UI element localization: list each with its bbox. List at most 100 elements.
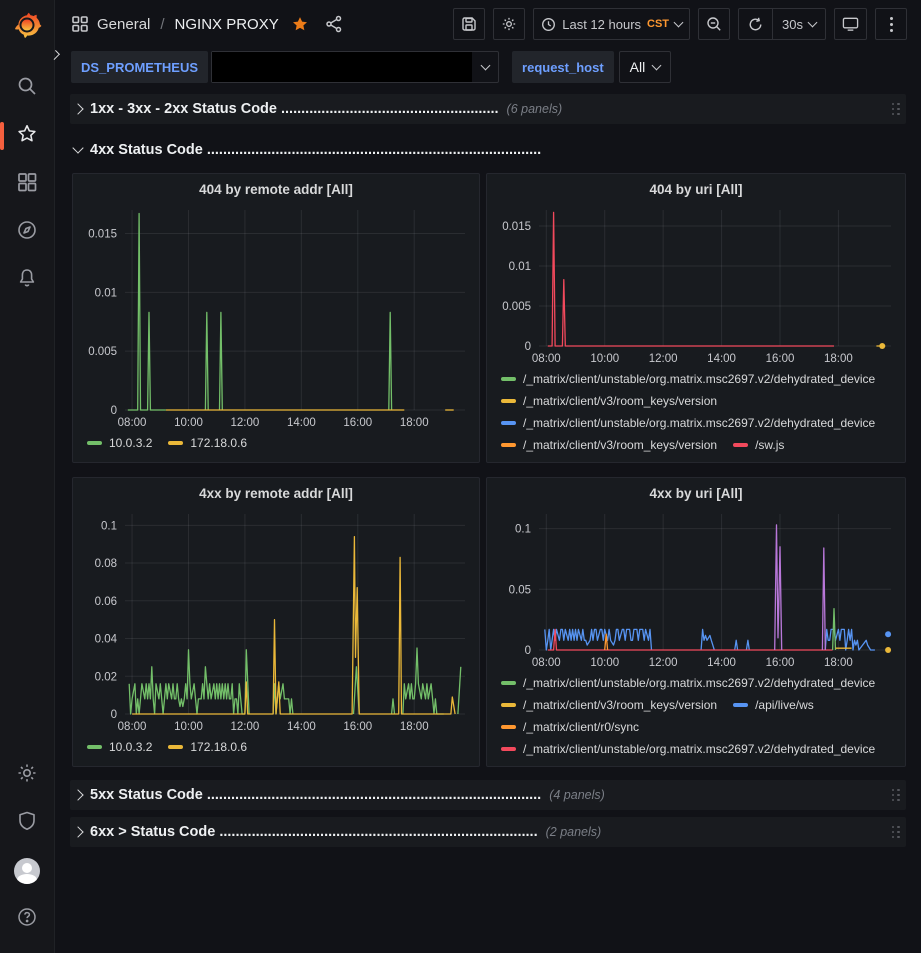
chevron-down-icon — [674, 18, 684, 28]
svg-text:0.02: 0.02 — [95, 671, 117, 683]
request-host-value: All — [630, 59, 646, 75]
gear-icon — [501, 16, 517, 32]
svg-text:10:00: 10:00 — [590, 657, 619, 669]
save-dashboard-button[interactable] — [453, 8, 485, 40]
chevron-right-icon — [50, 50, 60, 60]
datasource-variable-dropdown[interactable] — [211, 51, 499, 83]
svg-text:12:00: 12:00 — [231, 721, 260, 733]
row-title: 6xx > Status Code ......................… — [90, 824, 538, 840]
row-drag-handle[interactable] — [892, 826, 901, 839]
legend-swatch — [501, 421, 516, 425]
apps-grid-icon[interactable] — [71, 15, 89, 33]
dashboards-grid-icon — [16, 171, 38, 198]
legend-label: /_matrix/client/unstable/org.matrix.msc2… — [523, 372, 875, 386]
legend-label: 172.18.0.6 — [190, 740, 247, 754]
time-series-chart[interactable]: 00.020.040.060.080.108:0010:0012:0014:00… — [79, 506, 473, 736]
row-header-5xx[interactable]: 5xx Status Code ........................… — [70, 780, 906, 810]
time-series-chart[interactable]: 00.0050.010.01508:0010:0012:0014:0016:00… — [79, 202, 473, 432]
legend-label: /_matrix/client/unstable/org.matrix.msc2… — [523, 416, 875, 430]
sidebar-item-explore[interactable] — [7, 212, 47, 252]
legend-item[interactable]: /api/live/ws — [733, 696, 814, 714]
legend-label: /_matrix/client/v3/room_keys/version — [523, 394, 717, 408]
row-drag-handle[interactable] — [892, 789, 901, 802]
breadcrumb: General / NGINX PROXY — [71, 15, 343, 33]
svg-text:16:00: 16:00 — [766, 353, 795, 365]
sidebar-item-dashboards[interactable] — [7, 164, 47, 204]
sidebar-item-server-admin[interactable] — [7, 803, 47, 843]
share-icon[interactable] — [325, 15, 343, 33]
time-series-chart[interactable]: 00.050.108:0010:0012:0014:0016:0018:00 — [493, 506, 899, 672]
time-range-picker[interactable]: Last 12 hours CST — [533, 8, 690, 40]
breadcrumb-section[interactable]: General — [97, 16, 150, 33]
chevron-down-icon — [808, 18, 818, 28]
legend-swatch — [501, 747, 516, 751]
refresh-interval-value: 30s — [782, 17, 803, 32]
time-series-chart[interactable]: 00.0050.010.01508:0010:0012:0014:0016:00… — [493, 202, 899, 368]
panel-4xx-by-uri: 4xx by uri [All] 00.050.108:0010:0012:00… — [486, 477, 906, 767]
sidebar-item-alerting[interactable] — [7, 260, 47, 300]
request-host-variable-dropdown[interactable]: All — [619, 51, 672, 83]
legend-label: /_matrix/client/unstable/org.matrix.msc2… — [523, 676, 875, 690]
legend-item[interactable]: 172.18.0.6 — [168, 434, 247, 452]
sidebar-item-starred[interactable] — [7, 116, 47, 156]
sidebar-expand-button[interactable] — [44, 43, 67, 66]
legend-item[interactable]: 10.0.3.2 — [87, 434, 152, 452]
legend-swatch — [501, 443, 516, 447]
legend-item[interactable]: /_matrix/client/v3/room_keys/version — [501, 392, 717, 410]
svg-text:0.04: 0.04 — [95, 634, 118, 646]
legend-label: /api/live/ws — [755, 698, 814, 712]
svg-text:12:00: 12:00 — [649, 353, 678, 365]
panel-title[interactable]: 4xx by remote addr [All] — [79, 483, 473, 506]
breadcrumb-separator: / — [160, 16, 164, 33]
svg-text:14:00: 14:00 — [287, 417, 316, 429]
panel-legend: /_matrix/client/unstable/org.matrix.msc2… — [493, 672, 899, 760]
legend-item[interactable]: /_matrix/client/r0/sync — [501, 718, 639, 736]
row-drag-handle[interactable] — [892, 103, 901, 116]
refresh-button[interactable] — [739, 9, 772, 39]
more-options-kebab-button[interactable] — [875, 8, 907, 40]
chevron-down-icon — [480, 61, 490, 71]
legend-item[interactable]: 172.18.0.6 — [168, 738, 247, 756]
panel-title[interactable]: 4xx by uri [All] — [493, 483, 899, 506]
gear-icon — [16, 762, 38, 789]
panel-404-by-remote-addr: 404 by remote addr [All] 00.0050.010.015… — [72, 173, 480, 463]
chevron-right-icon — [72, 789, 83, 800]
chevron-down-icon — [72, 142, 83, 153]
request-host-variable-label[interactable]: request_host — [512, 51, 614, 83]
legend-item[interactable]: /_matrix/client/unstable/org.matrix.msc2… — [501, 740, 875, 758]
legend-item[interactable]: /sw.js — [733, 436, 784, 454]
row-header-4xx[interactable]: 4xx Status Code ........................… — [70, 135, 906, 165]
datasource-variable-label[interactable]: DS_PROMETHEUS — [71, 51, 208, 83]
dashboard-settings-button[interactable] — [493, 8, 525, 40]
row-panel-count: (2 panels) — [546, 825, 602, 839]
zoom-out-button[interactable] — [698, 8, 730, 40]
legend-item[interactable]: /_matrix/client/unstable/org.matrix.msc2… — [501, 370, 875, 388]
panel-grid: 404 by remote addr [All] 00.0050.010.015… — [72, 173, 906, 767]
row-header-1xx-3xx-2xx[interactable]: 1xx - 3xx - 2xx Status Code ............… — [70, 94, 906, 124]
grafana-logo[interactable] — [10, 8, 44, 42]
legend-item[interactable]: /_matrix/client/unstable/org.matrix.msc2… — [501, 674, 875, 692]
svg-text:14:00: 14:00 — [707, 657, 736, 669]
row-header-6xx[interactable]: 6xx > Status Code ......................… — [70, 817, 906, 847]
sidebar-item-help[interactable] — [7, 899, 47, 939]
legend-item[interactable]: /_matrix/client/v3/room_keys/version — [501, 436, 717, 454]
sidebar-item-configuration[interactable] — [7, 755, 47, 795]
refresh-interval-dropdown[interactable]: 30s — [772, 9, 825, 39]
svg-text:0.05: 0.05 — [509, 584, 531, 596]
tv-mode-button[interactable] — [834, 8, 867, 40]
dashboard-title[interactable]: NGINX PROXY — [175, 16, 279, 33]
svg-text:0: 0 — [111, 709, 117, 721]
star-favorite-icon[interactable] — [291, 15, 309, 33]
sidebar-item-search[interactable] — [7, 68, 47, 108]
kebab-menu-icon — [890, 17, 893, 32]
dashboard-topbar: General / NGINX PROXY — [55, 0, 921, 48]
legend-item[interactable]: 10.0.3.2 — [87, 738, 152, 756]
refresh-icon — [748, 17, 763, 32]
panel-title[interactable]: 404 by uri [All] — [493, 179, 899, 202]
svg-text:0.1: 0.1 — [515, 524, 531, 536]
panel-title[interactable]: 404 by remote addr [All] — [79, 179, 473, 202]
sidebar-item-profile[interactable] — [7, 851, 47, 891]
svg-text:18:00: 18:00 — [400, 721, 429, 733]
legend-item[interactable]: /_matrix/client/v3/room_keys/version — [501, 696, 717, 714]
legend-item[interactable]: /_matrix/client/unstable/org.matrix.msc2… — [501, 414, 875, 432]
